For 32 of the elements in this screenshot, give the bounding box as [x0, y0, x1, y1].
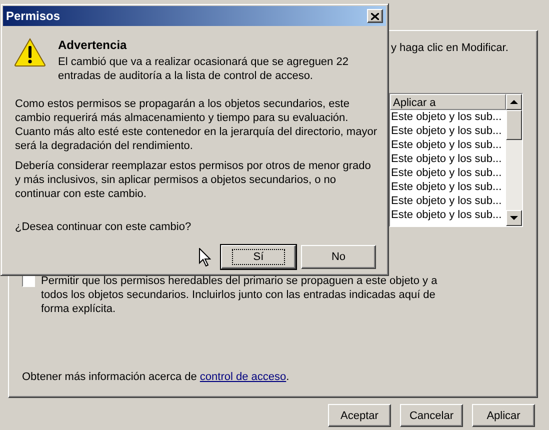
list-row[interactable]: Este objeto y los sub...: [390, 208, 506, 222]
list-row[interactable]: Este objeto y los sub...: [390, 166, 506, 180]
dialog-button[interactable]: Aceptar: [328, 404, 391, 427]
dialog-button[interactable]: Aplicar: [472, 404, 535, 427]
list-row[interactable]: Este objeto y los sub...: [390, 124, 506, 138]
entries-list[interactable]: [389, 93, 523, 227]
confirmation-question: ¿Desea continuar con este cambio?: [15, 221, 192, 233]
list-row[interactable]: Este objeto y los sub...: [390, 138, 506, 152]
dialog-button[interactable]: No: [301, 245, 376, 269]
scroll-down-icon[interactable]: [506, 210, 522, 226]
list-row[interactable]: Este objeto y los sub...: [390, 152, 506, 166]
access-control-link[interactable]: control de acceso: [200, 371, 286, 383]
explanation-paragraph: Como estos permisos se propagarán a los objetos secundarios, este cambio requerirá más almacenamiento y tiempo para su evaluación. Cuanto más alto esté este contenedor en la jerarquía del directorio, mayor será la degradación del rendimiento.: [15, 97, 377, 153]
dialog-button[interactable]: Cancelar: [400, 404, 463, 427]
warning-icon: [14, 38, 46, 67]
dialog-button[interactable]: Sí: [221, 245, 296, 269]
close-icon[interactable]: [367, 9, 383, 23]
column-header[interactable]: Aplicar a: [390, 94, 506, 110]
scroll-up-icon[interactable]: [506, 94, 522, 110]
explanation-paragraph: Debería considerar reemplazar estos permisos por otros de menor grado y más inclusivos, sin aplicar permisos a objetos secundarios, o no continuar con este cambio.: [15, 159, 372, 201]
list-row[interactable]: Este objeto y los sub...: [390, 110, 506, 124]
scroll-thumb[interactable]: [506, 110, 522, 140]
warning-message: El cambió que va a realizar ocasionará que se agreguen 22 entradas de auditoría a la lista de control de acceso.: [58, 55, 350, 83]
instruction-text: y haga clic en Modificar.: [391, 42, 510, 54]
help-text: Obtener más información acerca de control de acceso.: [22, 371, 290, 383]
mouse-cursor-icon: [199, 248, 211, 267]
checkbox-label: Permitir que los permisos heredables del primario se propaguen a este objeto y a todos los objetos secundarios. Incluirlos junto con las entradas indicadas aquí de forma explícita.: [41, 274, 438, 316]
window-title: Permisos: [6, 9, 60, 23]
scrollbar[interactable]: [506, 94, 522, 226]
list-row[interactable]: Este objeto y los sub...: [390, 194, 506, 208]
list-row[interactable]: Este objeto y los sub...: [390, 180, 506, 194]
warning-heading: Advertencia: [58, 38, 128, 52]
